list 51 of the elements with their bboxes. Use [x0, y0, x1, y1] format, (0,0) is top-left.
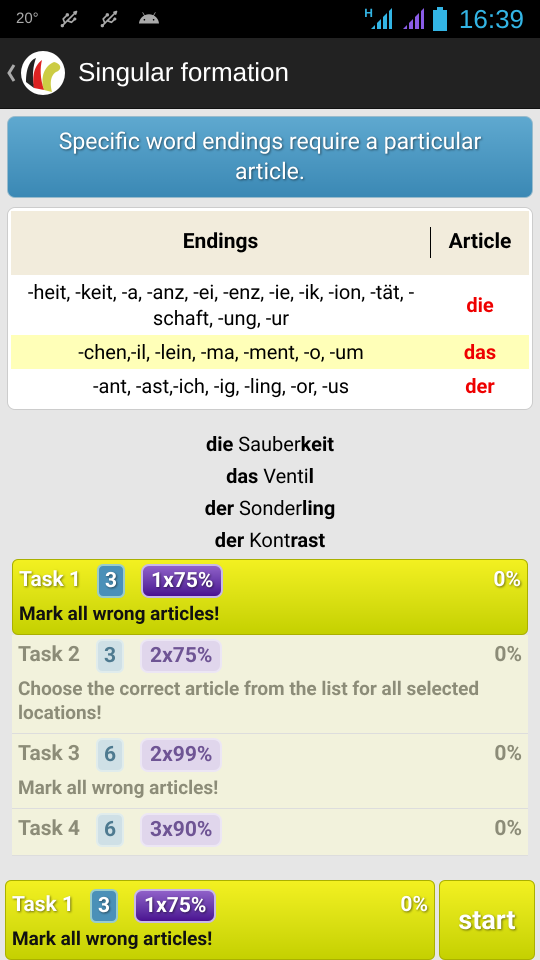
table-cell-text: der: [464, 372, 496, 400]
goal-badge: 3x90%: [140, 812, 222, 847]
count-badge: 6: [96, 812, 124, 847]
goal-badge: 1x75%: [134, 889, 216, 923]
signal-icon: [400, 7, 425, 31]
example-text: der Kontrast: [214, 526, 326, 554]
clock-text: 16:39: [458, 2, 524, 36]
count-badge: 6: [96, 738, 124, 772]
column-header: Endings: [11, 226, 431, 258]
column-header: Article: [448, 228, 512, 256]
progress-text: 0%: [493, 566, 521, 594]
usb-icon: [58, 9, 79, 29]
battery-icon: [432, 7, 447, 31]
goal-badge: 1x75%: [141, 564, 224, 598]
back-icon[interactable]: [6, 62, 16, 83]
table-cell-text: -chen,-il, -lein, -ma, -ment, -o, -um: [77, 338, 365, 366]
temperature-text: 20°: [16, 8, 39, 29]
task-description: Mark all wrong articles!: [18, 776, 220, 800]
table-cell-text: die: [465, 292, 495, 319]
goal-badge: 2x75%: [140, 638, 222, 673]
task-item[interactable]: Task 2 3 2x75% 0% Choose the correct article from the list for all selected locations!: [12, 634, 528, 734]
task-item[interactable]: Task 3 6 2x99% 0% Mark all wrong articles!: [12, 734, 528, 809]
count-badge: 3: [96, 638, 124, 673]
task-title: Task 1: [12, 892, 74, 920]
table-cell-text: -ant, -ast,-ich, -ig, -ling, -or, -us: [92, 372, 350, 400]
table-cell-text: das: [462, 338, 498, 366]
progress-text: 0%: [494, 816, 522, 843]
task-title: Task 4: [18, 816, 80, 843]
example-text: der Sonderling: [204, 494, 336, 522]
example-text: das Ventil: [226, 462, 314, 490]
progress-text: 0%: [400, 892, 428, 920]
example-text: die Sauberkeit: [206, 430, 334, 458]
info-banner: Specific word endings require a particular article.: [7, 116, 533, 198]
task-description: Mark all wrong articles!: [12, 927, 214, 951]
screen-title: Singular formation: [78, 56, 289, 90]
table-cell-text: -heit, -keit, -a, -anz, -ei, -enz, -ie, -ik, -ion, -tät, -schaft, -ung, -ur: [26, 278, 416, 332]
task-title: Task 3: [18, 740, 80, 768]
progress-text: 0%: [494, 642, 522, 669]
task-item[interactable]: Task 4 6 3x90% 0%: [12, 808, 528, 856]
goal-badge: 2x99%: [140, 738, 222, 772]
task-description: Mark all wrong articles!: [19, 602, 220, 626]
task-title: Task 2: [18, 642, 80, 669]
network-type-text: H: [364, 5, 373, 22]
app-logo-icon[interactable]: [20, 50, 66, 96]
progress-text: 0%: [494, 740, 522, 768]
usb-icon: [98, 9, 119, 29]
task-item[interactable]: Task 1 3 1x75% 0% Mark all wrong articles!: [12, 558, 528, 635]
count-badge: 3: [90, 889, 118, 923]
task-description: Choose the correct article from the list for all selected locations!: [18, 676, 480, 725]
task-title: Task 1: [19, 566, 81, 594]
count-badge: 3: [96, 564, 126, 598]
